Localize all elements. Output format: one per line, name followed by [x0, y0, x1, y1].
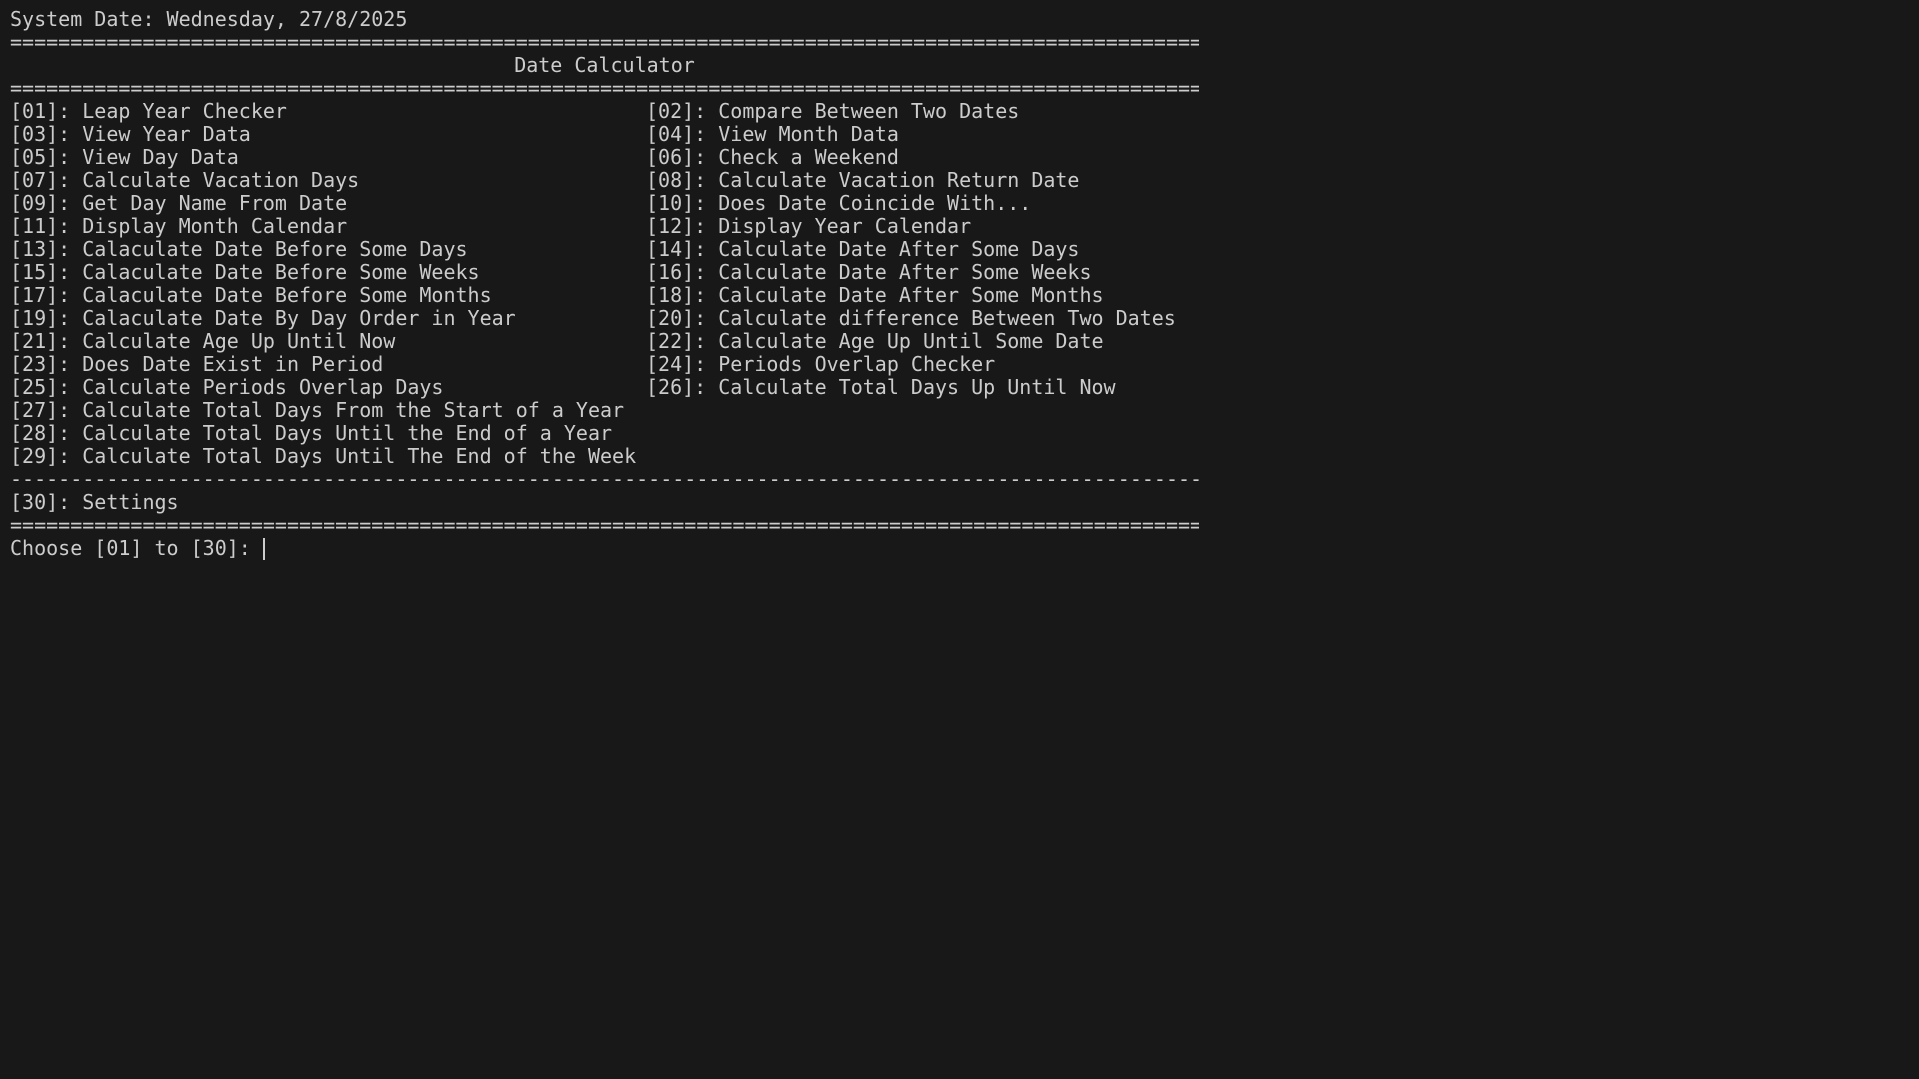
menu-item: [09]: Get Day Name From Date — [10, 192, 348, 215]
menu-item: [18]: Calculate Date After Some Months — [646, 284, 1104, 307]
menu-item-settings: [30]: Settings — [10, 491, 179, 514]
menu-row: [11]: Display Month Calendar [12]: Displa… — [10, 215, 1910, 238]
menu-row: [28]: Calculate Total Days Until the End… — [10, 422, 1910, 445]
menu-item: [25]: Calculate Periods Overlap Days — [10, 376, 444, 399]
menu-row: [05]: View Day Data [06]: Check a Weekend — [10, 146, 1910, 169]
menu-item: [14]: Calculate Date After Some Days — [646, 238, 1080, 261]
header-bottom-rule: ========================================… — [10, 77, 1199, 100]
menu-row: [13]: Calaculate Date Before Some Days [1… — [10, 238, 1910, 261]
menu-item: [22]: Calculate Age Up Until Some Date — [646, 330, 1104, 353]
menu-item: [28]: Calculate Total Days Until the End… — [10, 422, 613, 445]
menu-item: [12]: Display Year Calendar — [646, 215, 972, 238]
menu-item: [06]: Check a Weekend — [646, 146, 899, 169]
menu-item: [16]: Calculate Date After Some Weeks — [646, 261, 1092, 284]
menu-item: [23]: Does Date Exist in Period — [10, 353, 384, 376]
menu-item: [26]: Calculate Total Days Up Until Now — [646, 376, 1116, 399]
menu-item: [27]: Calculate Total Days From the Star… — [10, 399, 625, 422]
page-title: Date Calculator — [514, 54, 695, 77]
menu-item: [05]: View Day Data — [10, 146, 239, 169]
menu-item: [04]: View Month Data — [646, 123, 899, 146]
menu-item: [24]: Periods Overlap Checker — [646, 353, 996, 376]
menu-item: [13]: Calaculate Date Before Some Days — [10, 238, 468, 261]
menu-item: [10]: Does Date Coincide With... — [646, 192, 1032, 215]
menu-row: [17]: Calaculate Date Before Some Months… — [10, 284, 1910, 307]
menu-row: [01]: Leap Year Checker [02]: Compare Bet… — [10, 100, 1910, 123]
prompt-row: Choose [01] to [30]: — [10, 537, 1910, 560]
menu-list: [01]: Leap Year Checker [02]: Compare Bet… — [10, 100, 1910, 468]
menu-item: [07]: Calculate Vacation Days — [10, 169, 360, 192]
menu-row: [15]: Calaculate Date Before Some Weeks [… — [10, 261, 1910, 284]
menu-row: [07]: Calculate Vacation Days [08]: Calcu… — [10, 169, 1910, 192]
menu-item: [15]: Calaculate Date Before Some Weeks — [10, 261, 480, 284]
menu-item: [19]: Calaculate Date By Day Order in Ye… — [10, 307, 516, 330]
system-date: System Date: Wednesday, 27/8/2025 — [10, 8, 408, 31]
footer-rule: ========================================… — [10, 514, 1199, 537]
menu-item: [08]: Calculate Vacation Return Date — [646, 169, 1080, 192]
menu-item: [01]: Leap Year Checker — [10, 100, 287, 123]
menu-item: [17]: Calaculate Date Before Some Months — [10, 284, 492, 307]
menu-row: [21]: Calculate Age Up Until Now [22]: Ca… — [10, 330, 1910, 353]
menu-row: [19]: Calaculate Date By Day Order in Ye… — [10, 307, 1910, 330]
menu-item: [11]: Display Month Calendar — [10, 215, 348, 238]
menu-separator-rule: ----------------------------------------… — [10, 468, 1199, 491]
menu-row: [23]: Does Date Exist in Period [24]: Per… — [10, 353, 1910, 376]
menu-row: [25]: Calculate Periods Overlap Days [26]… — [10, 376, 1910, 399]
menu-item: [03]: View Year Data — [10, 123, 251, 146]
menu-row: [27]: Calculate Total Days From the Star… — [10, 399, 1910, 422]
terminal-console: System Date: Wednesday, 27/8/2025 ======… — [10, 8, 1910, 560]
menu-row: [03]: View Year Data [04]: View Month Dat… — [10, 123, 1910, 146]
input-cursor[interactable] — [262, 537, 265, 560]
header-top-rule: ========================================… — [10, 31, 1199, 54]
menu-row: [09]: Get Day Name From Date [10]: Does D… — [10, 192, 1910, 215]
menu-item: [02]: Compare Between Two Dates — [646, 100, 1020, 123]
menu-row: [29]: Calculate Total Days Until The End… — [10, 445, 1910, 468]
menu-item: [29]: Calculate Total Days Until The End… — [10, 445, 637, 468]
menu-item: [21]: Calculate Age Up Until Now — [10, 330, 396, 353]
prompt-label: Choose [01] to [30]: — [10, 537, 251, 560]
menu-item: [20]: Calculate difference Between Two D… — [646, 307, 1176, 330]
